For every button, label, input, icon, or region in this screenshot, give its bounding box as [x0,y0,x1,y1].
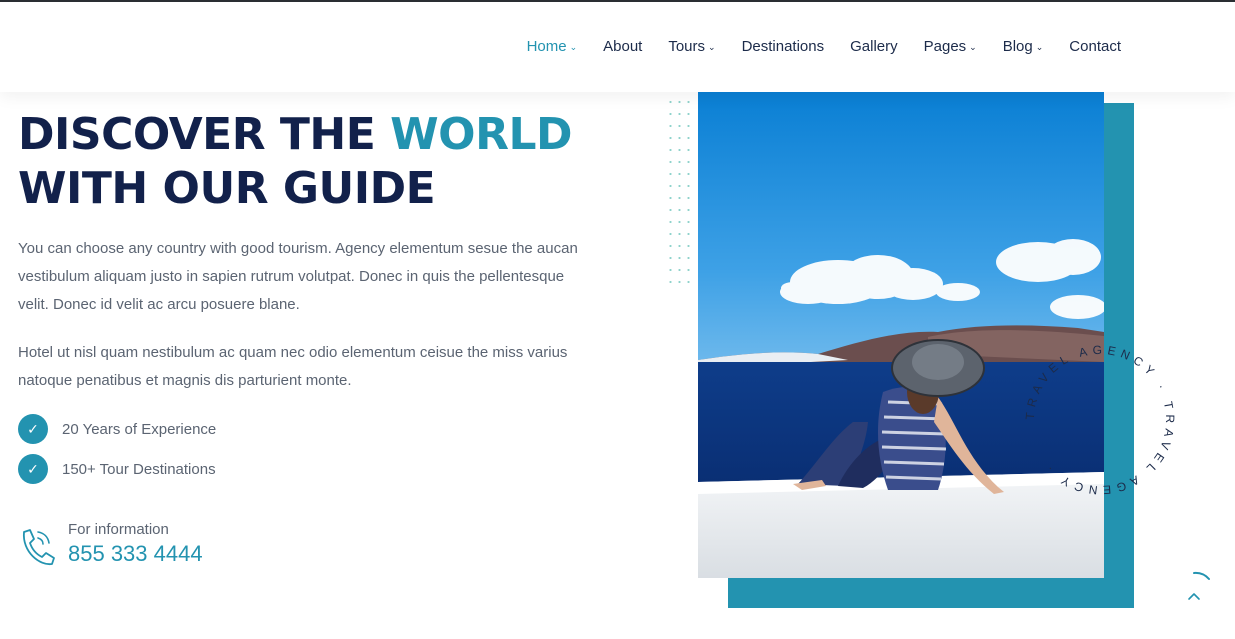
travel-agency-badge: TRAVEL AGENCY · TRAVEL AGENCY · [1023,343,1177,497]
nav-item-pages[interactable]: Pages ⌄ [924,38,977,55]
site-header: Home ⌄ About Tours ⌄ Destinations Galler… [0,2,1235,92]
contact-phone-link[interactable]: 855 333 4444 [68,541,203,566]
chevron-down-icon: ⌄ [569,42,578,52]
nav-item-destinations[interactable]: Destinations [742,38,825,55]
hero-paragraph-2: Hotel ut nisl quam nestibulum ac quam ne… [18,344,568,389]
hero-photo-illustration [698,92,1104,578]
hero-title-accent: WORLD [390,109,573,160]
hero-title-part1: DISCOVER THE [18,109,391,160]
contact-info: For information 855 333 4444 [16,518,203,570]
nav-item-gallery[interactable]: Gallery [850,38,898,55]
decorative-dot-grid [666,96,694,288]
scroll-to-top-button[interactable] [1174,571,1214,611]
nav-item-home[interactable]: Home ⌄ [527,38,578,55]
nav-item-contact[interactable]: Contact [1069,38,1121,55]
nav-item-label: Pages [923,38,967,55]
hero-image [698,92,1104,578]
nav-item-label: Blog [1002,38,1033,55]
feature-item: ✓ 20 Years of Experience [18,414,216,444]
nav-item-label: About [603,38,643,55]
svg-text:TRAVEL AGENCY · TRAVEL AGENCY: TRAVEL AGENCY · TRAVEL AGENCY · [1023,343,1177,497]
chevron-down-icon: ⌄ [708,42,716,52]
nav-item-label: Contact [1069,38,1121,55]
feature-label: 150+ Tour Destinations [62,460,216,478]
chevron-down-icon: ⌄ [1035,42,1044,52]
arrow-up-icon [1188,571,1210,600]
hero-paragraph-1: You can choose any country with good tou… [18,240,578,313]
feature-label: 20 Years of Experience [62,420,217,438]
nav-item-blog[interactable]: Blog ⌄ [1003,38,1044,55]
phone-icon [23,529,55,565]
chevron-down-icon: ⌄ [969,42,977,52]
nav-item-tours[interactable]: Tours ⌄ [668,38,715,55]
nav-item-label: Tours [668,38,706,55]
nav-item-label: Home [526,38,567,55]
hero-title-line2: WITH OUR GUIDE [18,163,436,214]
badge-text: TRAVEL AGENCY · TRAVEL AGENCY · [1023,343,1172,497]
nav-item-label: Gallery [850,38,898,55]
nav-item-label: Destinations [741,38,825,55]
main-nav: Home ⌄ About Tours ⌄ Destinations Galler… [501,38,1121,55]
nav-item-about[interactable]: About [603,38,642,55]
contact-label: For information [68,521,169,538]
hero-title: DISCOVER THE WORLD WITH OUR GUIDE [18,108,573,216]
check-icon: ✓ [18,414,48,444]
contact-text: For information 855 333 4444 [68,518,203,570]
feature-item: ✓ 150+ Tour Destinations [18,454,216,484]
check-icon: ✓ [18,454,48,484]
